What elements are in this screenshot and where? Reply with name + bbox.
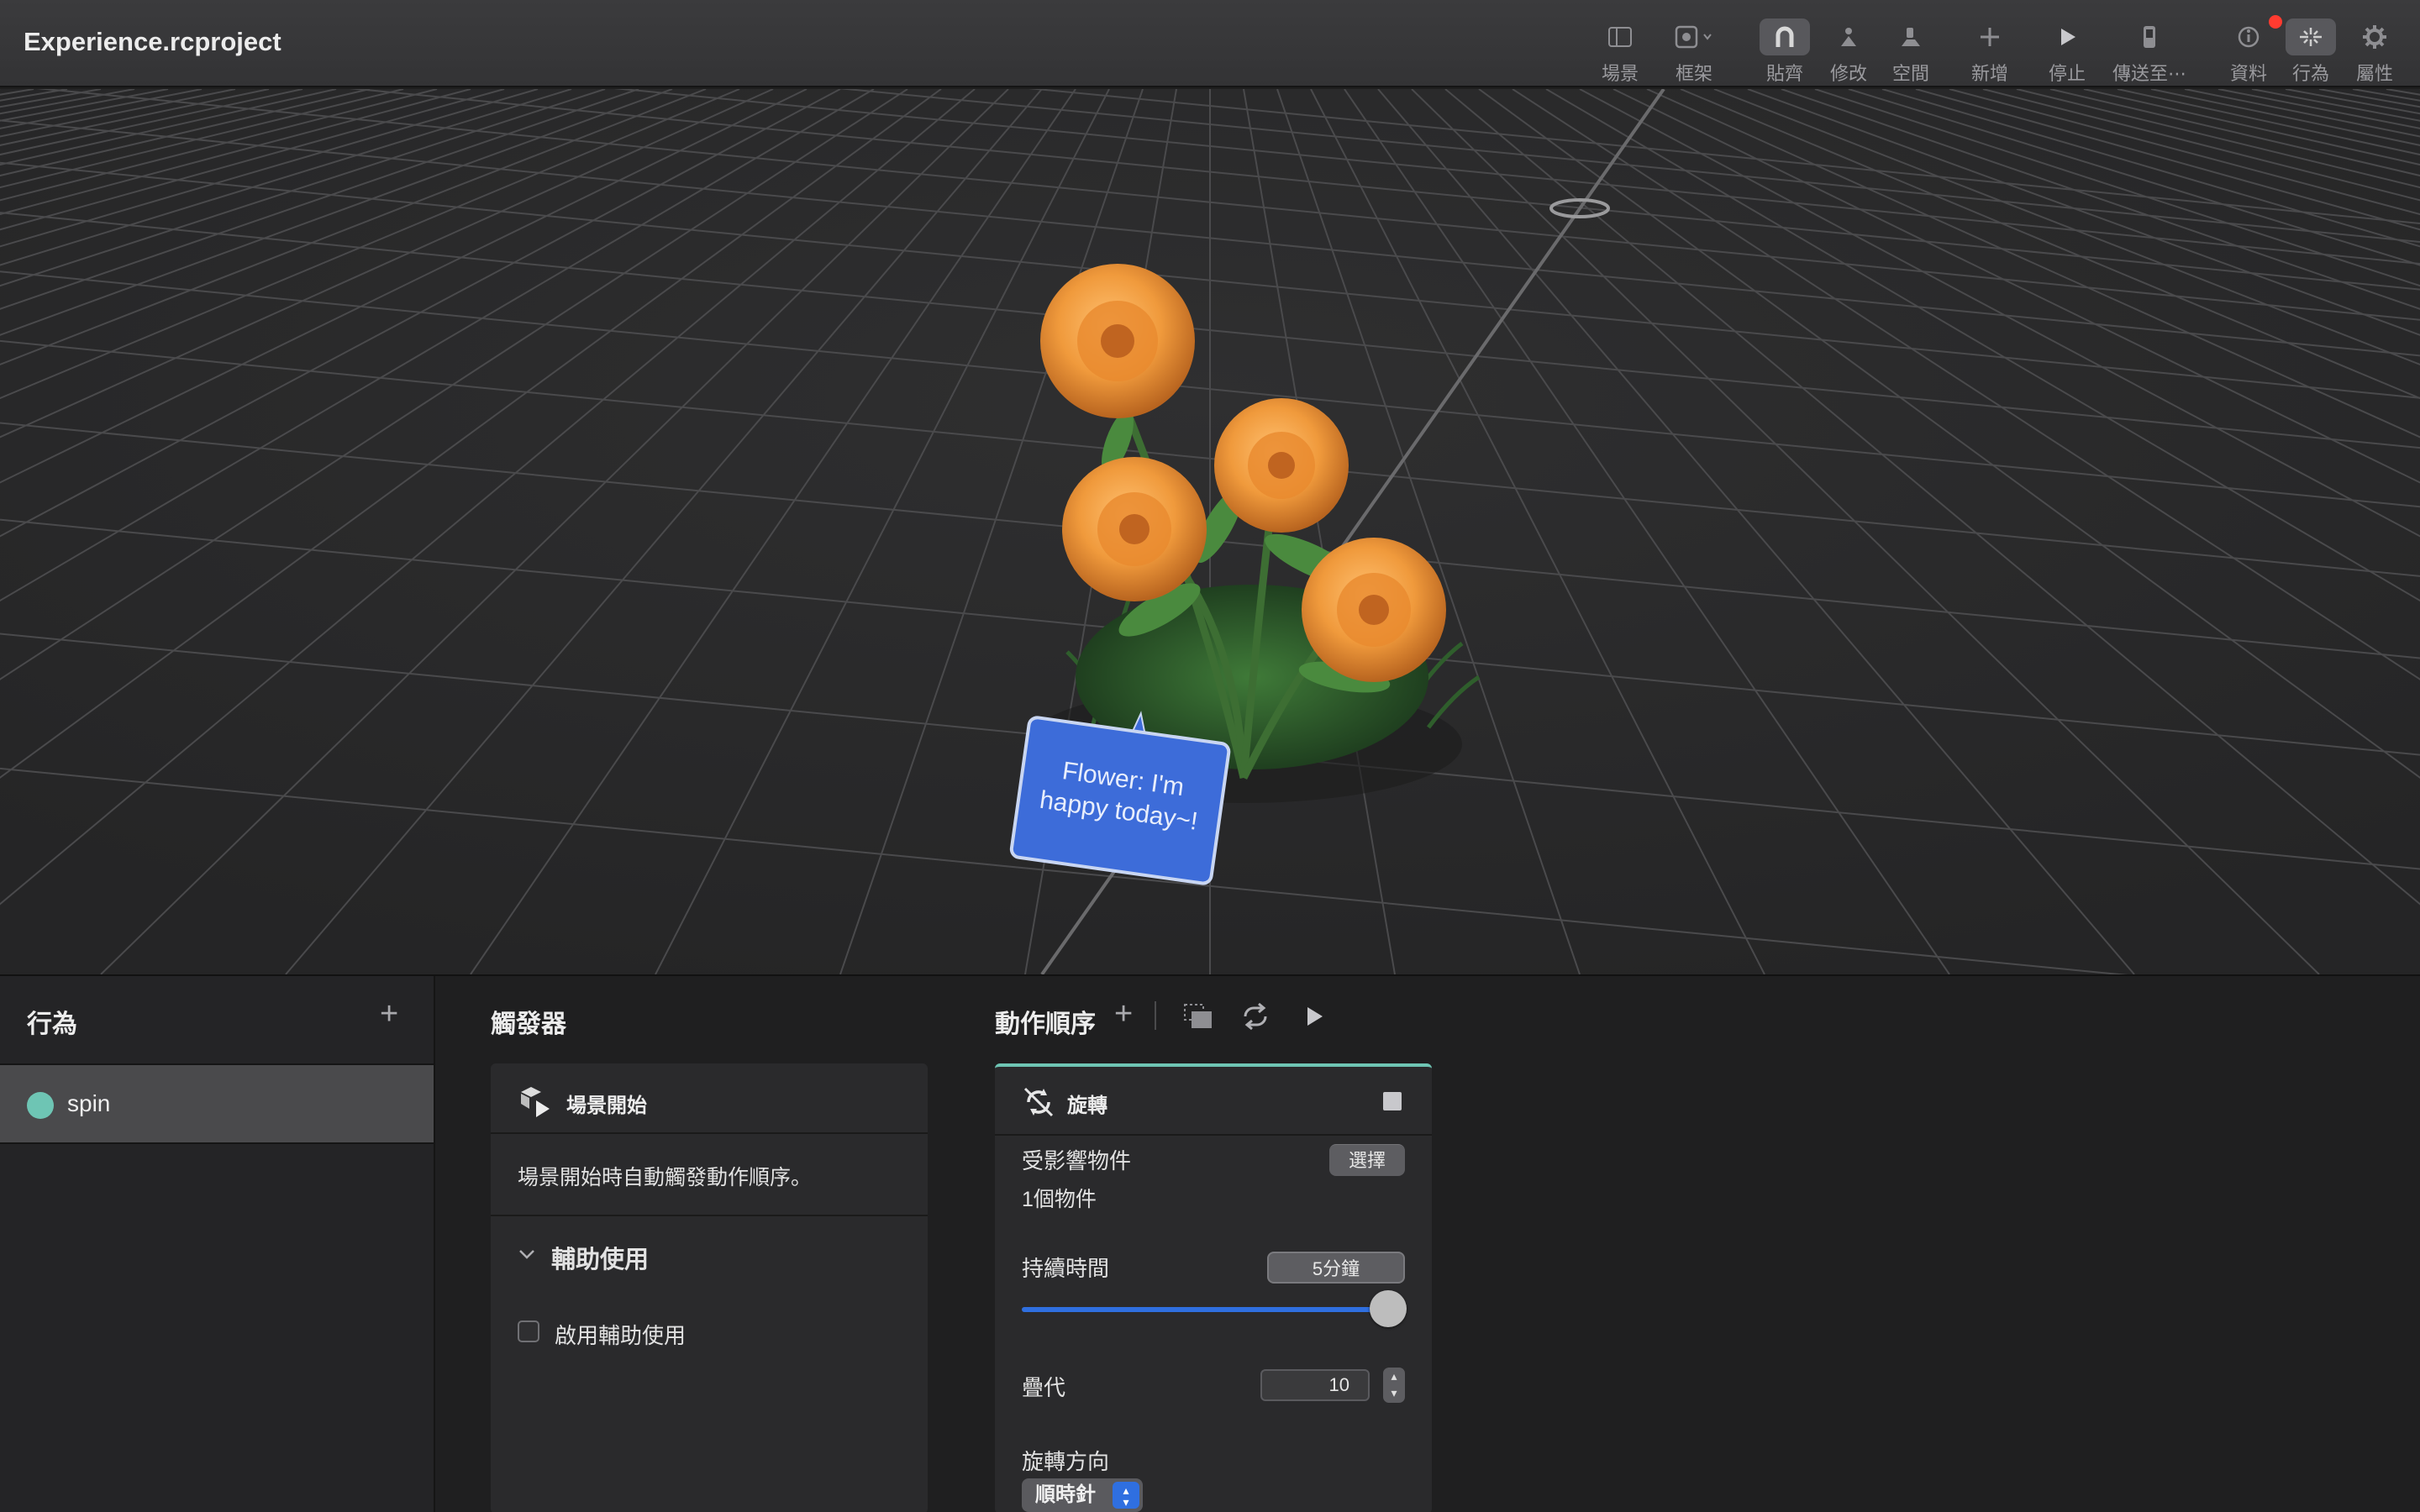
- behaviors-pane: 行為 + spin: [0, 976, 435, 1512]
- duration-slider-track[interactable]: [1022, 1307, 1392, 1312]
- toolbar-stop-button[interactable]: 停止: [2027, 12, 2107, 84]
- rotate-icon: [1020, 1084, 1057, 1125]
- chevron-updown-icon: ▴ ▾: [1113, 1482, 1139, 1509]
- trigger-card[interactable]: 場景開始 場景開始時自動觸發動作順序。 輔助使用 啟用輔助使用: [491, 1063, 928, 1512]
- behavior-label: spin: [67, 1090, 111, 1116]
- select-objects-button[interactable]: 選擇: [1329, 1144, 1405, 1176]
- play-icon[interactable]: [1304, 1005, 1326, 1032]
- iterations-stepper[interactable]: ▴ ▾: [1383, 1368, 1405, 1403]
- iterations-input[interactable]: 10: [1260, 1369, 1370, 1401]
- affected-objects-label: 受影響物件: [1022, 1148, 1132, 1173]
- toolbar-frame-button[interactable]: 框架: [1654, 12, 1734, 84]
- chevron-down-icon[interactable]: [518, 1248, 536, 1264]
- toolbar-scene-button[interactable]: 場景: [1580, 12, 1660, 84]
- modify-icon: [1823, 18, 1874, 55]
- duration-label: 持續時間: [1022, 1256, 1110, 1281]
- scene-viewport[interactable]: Flower: I'm happy today~!: [0, 89, 2420, 974]
- accessibility-section-title[interactable]: 輔助使用: [551, 1240, 649, 1275]
- window-title: Experience.rcproject: [24, 27, 281, 56]
- toolbar-properties-button[interactable]: 屬性: [2334, 12, 2415, 84]
- direction-select[interactable]: 順時針 ▴ ▾: [1022, 1478, 1143, 1512]
- loop-icon[interactable]: [1239, 1001, 1272, 1036]
- space-icon: [1886, 18, 1936, 55]
- duration-slider-knob[interactable]: [1370, 1290, 1407, 1327]
- magnet-icon: [1760, 18, 1810, 55]
- direction-label: 旋轉方向: [1022, 1449, 1110, 1474]
- duplicate-icon[interactable]: [1181, 1001, 1215, 1036]
- toolbar-label: 停止: [2048, 63, 2086, 84]
- action-card-spin[interactable]: 旋轉 受影響物件 選擇 1個物件 持續時間 5分鐘 疊代 10 ▴ ▾ 旋轉方向 …: [995, 1063, 1432, 1512]
- scene-start-icon: [516, 1082, 553, 1123]
- action-card-title: 旋轉: [1067, 1095, 1107, 1117]
- toolbar-label: 屬性: [2355, 63, 2393, 84]
- toolbar-add-button[interactable]: 新增: [1949, 12, 2030, 84]
- affected-objects-count: 1個物件: [1022, 1188, 1097, 1211]
- trigger-card-title: 場景開始: [566, 1095, 647, 1117]
- behavior-color-dot: [27, 1092, 54, 1119]
- enable-accessibility-label: 啟用輔助使用: [555, 1323, 687, 1348]
- toolbar-space-button[interactable]: 空間: [1870, 12, 1951, 84]
- gear-icon: [2349, 18, 2400, 55]
- trigger-description: 場景開始時自動觸發動作順序。: [518, 1166, 813, 1189]
- stop-square-icon[interactable]: [1383, 1092, 1402, 1110]
- action-sequence-title: 動作順序: [995, 1011, 1096, 1038]
- iterations-label: 疊代: [1022, 1375, 1066, 1400]
- frame-icon: [1669, 18, 1719, 55]
- toolbar-label: 傳送至⋯: [2112, 63, 2186, 84]
- toolbar-label: 框架: [1675, 63, 1712, 84]
- trigger-card-header: 場景開始: [491, 1063, 928, 1134]
- behaviors-title: 行為: [27, 1011, 77, 1038]
- behavior-icon: [2286, 18, 2336, 55]
- triggers-title: 觸發器: [491, 1011, 566, 1038]
- toolbar: Experience.rcproject 場景 框架 貼齊 修改 空間 新增 停…: [0, 0, 2420, 87]
- toolbar-divider: [1155, 1001, 1156, 1030]
- duration-value[interactable]: 5分鐘: [1267, 1252, 1405, 1284]
- toolbar-label: 場景: [1601, 63, 1639, 84]
- behaviors-editor: 行為 + spin 觸發器 場景開始 場景開始時自動觸發動作順序。 輔助使用 啟…: [0, 974, 2420, 1512]
- divider: [491, 1215, 928, 1216]
- enable-accessibility-checkbox[interactable]: [518, 1320, 539, 1342]
- plus-icon: [1965, 18, 2015, 55]
- add-action-button[interactable]: +: [1114, 998, 1133, 1030]
- info-icon: [2223, 18, 2274, 55]
- add-behavior-button[interactable]: +: [380, 998, 398, 1030]
- toolbar-label: 新增: [1970, 63, 2008, 84]
- play-icon: [2042, 18, 2092, 55]
- toolbar-label: 空間: [1891, 63, 1929, 84]
- behavior-item-spin[interactable]: spin: [0, 1063, 434, 1144]
- send-device-icon: [2124, 18, 2175, 55]
- action-card-header: 旋轉: [995, 1067, 1432, 1136]
- ground-grid: Flower: I'm happy today~!: [0, 89, 2420, 974]
- direction-select-value: 順時針: [1035, 1483, 1096, 1506]
- sidebar-icon: [1595, 18, 1645, 55]
- toolbar-send-to-button[interactable]: 傳送至⋯: [2109, 12, 2190, 84]
